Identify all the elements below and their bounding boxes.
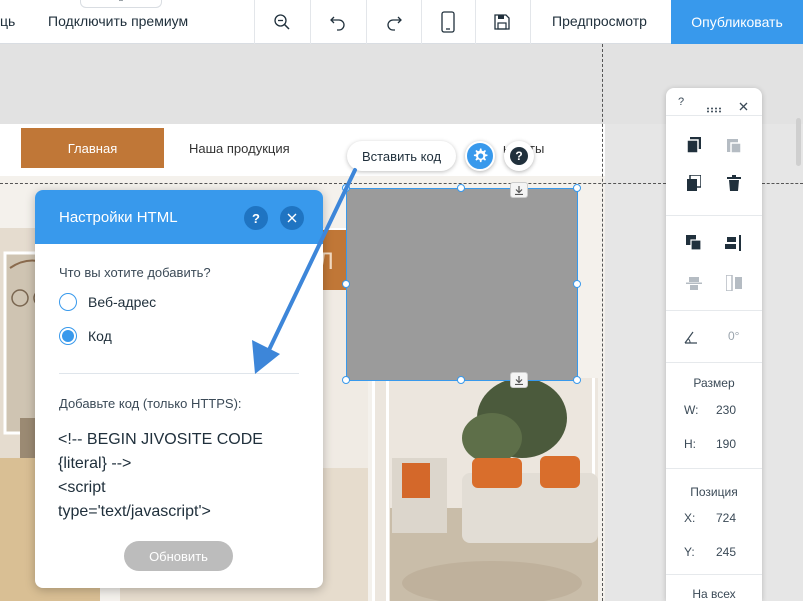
zoom-out-icon[interactable]: [268, 8, 296, 36]
toolbar-divider: [475, 0, 476, 44]
layout-guide: [602, 44, 603, 601]
position-section: Позиция X: 724 Y: 245: [666, 468, 762, 574]
layout-guide: [762, 183, 803, 184]
preview-button[interactable]: Предпросмотр: [552, 13, 647, 29]
toolbar-divider: [421, 0, 422, 44]
settings-gear-icon[interactable]: [465, 141, 495, 171]
option-label: Веб-адрес: [88, 294, 157, 310]
code-field-label: Добавьте код (только HTTPS):: [59, 396, 242, 411]
align-icon[interactable]: [723, 232, 745, 254]
option-code[interactable]: Код: [59, 327, 112, 345]
option-web-address[interactable]: Веб-адрес: [59, 293, 156, 311]
height-label: H:: [684, 437, 696, 451]
redo-icon[interactable]: [380, 8, 408, 36]
toolbar-divider: [254, 0, 255, 44]
delete-icon[interactable]: [723, 172, 745, 194]
collapse-caret-icon[interactable]: ⌃: [80, 0, 162, 8]
layout-guide: [0, 183, 666, 184]
radio-code[interactable]: [59, 327, 77, 345]
width-input[interactable]: 230: [716, 403, 736, 417]
code-line: <!-- BEGIN JIVOSITE CODE: [58, 431, 263, 448]
x-input[interactable]: 724: [716, 511, 736, 525]
toolbar-divider: [530, 0, 531, 44]
resize-handle[interactable]: [573, 280, 581, 288]
height-input[interactable]: 190: [716, 437, 736, 451]
arrange-section: [666, 215, 762, 310]
rotation-value[interactable]: 0°: [728, 329, 739, 343]
code-line: <script: [58, 479, 106, 496]
rotation-section: 0°: [666, 310, 762, 362]
position-title: Позиция: [690, 485, 738, 499]
x-label: X:: [684, 511, 696, 525]
scrollbar[interactable]: [796, 118, 801, 166]
code-textarea[interactable]: <!-- BEGIN JIVOSITE CODE {literal} --> <…: [58, 428, 308, 524]
update-button[interactable]: Обновить: [124, 541, 233, 571]
duplicate-icon[interactable]: [683, 172, 705, 194]
panel-help-icon[interactable]: ?: [678, 96, 684, 108]
help-icon[interactable]: ?: [504, 141, 534, 171]
cut-menu-text[interactable]: ць: [0, 13, 15, 29]
dialog-help-icon[interactable]: ?: [244, 206, 268, 230]
site-photo-living-room: [372, 378, 598, 601]
toolbar-divider: [310, 0, 311, 44]
copy-icon[interactable]: [683, 134, 705, 156]
resize-handle[interactable]: [342, 280, 350, 288]
undo-icon[interactable]: [324, 8, 352, 36]
size-title: Размер: [693, 376, 735, 390]
site-nav-home[interactable]: Главная: [21, 128, 164, 168]
dialog-title: Настройки HTML: [59, 209, 178, 226]
mobile-icon[interactable]: [434, 8, 462, 36]
resize-handle[interactable]: [573, 184, 581, 192]
publish-button[interactable]: Опубликовать: [671, 0, 803, 44]
toolbar-divider: [366, 0, 367, 44]
resize-handle[interactable]: [342, 376, 350, 384]
resize-handle[interactable]: [457, 376, 465, 384]
embed-code-button[interactable]: Вставить код: [347, 141, 456, 171]
y-input[interactable]: 245: [716, 545, 736, 559]
resize-handle[interactable]: [457, 184, 465, 192]
code-line: type='text/javascript'>: [58, 503, 211, 520]
paste-icon[interactable]: [723, 134, 745, 156]
save-icon[interactable]: [488, 8, 516, 36]
y-label: Y:: [684, 545, 695, 559]
option-label: Код: [88, 328, 112, 344]
code-line: {literal} -->: [58, 455, 132, 472]
content-type-question: Что вы хотите добавить?: [59, 265, 211, 280]
html-settings-dialog: Настройки HTML ? Что вы хотите добавить?…: [35, 190, 323, 588]
size-section: Размер W: 230 H: 190: [666, 362, 762, 468]
resize-handle[interactable]: [573, 376, 581, 384]
upgrade-premium-link[interactable]: Подключить премиум: [48, 13, 188, 29]
site-nav-products[interactable]: Наша продукция: [189, 141, 290, 156]
arrange-order-icon[interactable]: [683, 232, 705, 254]
resize-handle[interactable]: [342, 184, 350, 192]
show-on-all-label[interactable]: На всех: [666, 587, 762, 601]
rotate-angle-icon[interactable]: [680, 326, 702, 348]
tools-panel: ? 0° Размер W: 230 H: 190 Позиция X: 724…: [666, 88, 762, 601]
match-size-icon[interactable]: [723, 272, 745, 294]
show-on-all-section: На всех: [666, 574, 762, 601]
dialog-header: Настройки HTML ?: [35, 190, 323, 244]
dialog-close-icon[interactable]: [280, 206, 304, 230]
clipboard-section: [666, 115, 762, 215]
stretch-down-icon[interactable]: [510, 182, 528, 198]
panel-close-icon[interactable]: [739, 98, 748, 116]
divider: [59, 373, 299, 374]
distribute-icon[interactable]: [683, 272, 705, 294]
html-embed-element[interactable]: [346, 188, 578, 381]
radio-web-address[interactable]: [59, 293, 77, 311]
stretch-down-icon[interactable]: [510, 372, 528, 388]
width-label: W:: [684, 403, 699, 417]
